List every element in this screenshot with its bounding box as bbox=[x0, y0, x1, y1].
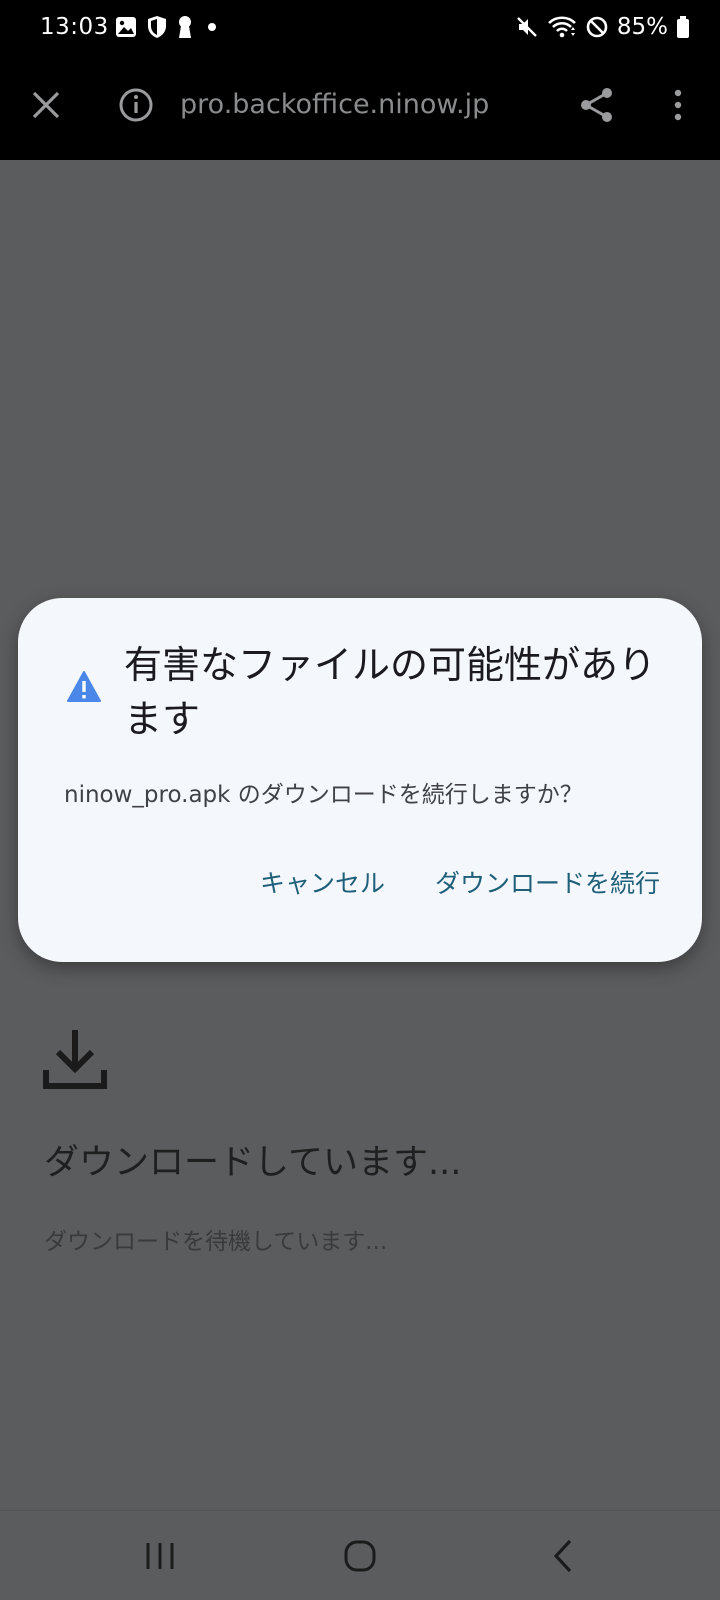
share-icon[interactable] bbox=[576, 84, 618, 126]
download-subtitle: ダウンロードを待機しています... bbox=[44, 1229, 388, 1255]
keyhole-icon bbox=[177, 15, 193, 39]
navigation-bar bbox=[0, 1510, 720, 1600]
shield-icon bbox=[147, 15, 167, 39]
dialog-message: ninow_pro.apk のダウンロードを続行しますか？ bbox=[64, 782, 583, 808]
status-bar: 13:03 85% bbox=[0, 0, 720, 54]
dot-icon bbox=[203, 16, 221, 38]
home-icon[interactable] bbox=[340, 1536, 380, 1576]
back-icon[interactable] bbox=[546, 1537, 580, 1575]
dialog-actions: キャンセル ダウンロードを続行 bbox=[260, 866, 660, 902]
mute-icon bbox=[515, 15, 539, 39]
status-time: 13:03 bbox=[40, 14, 109, 40]
gallery-icon bbox=[115, 16, 137, 38]
battery-icon bbox=[676, 15, 690, 39]
download-title: ダウンロードしています... bbox=[44, 1143, 462, 1183]
download-icon bbox=[42, 1026, 108, 1092]
wifi-icon bbox=[547, 15, 577, 39]
status-icons-left bbox=[115, 14, 221, 40]
more-vert-icon[interactable] bbox=[658, 85, 698, 125]
cancel-button[interactable]: キャンセル bbox=[260, 866, 385, 902]
harmful-file-dialog: 有害なファイルの可能性があります ninow_pro.apk のダウンロードを続… bbox=[18, 598, 702, 962]
screen: 13:03 85% pro.backoffice.ninow.jp ダウンロード… bbox=[0, 0, 720, 1600]
battery-percent: 85% bbox=[616, 14, 668, 40]
blocked-icon bbox=[585, 15, 609, 39]
dialog-title: 有害なファイルの可能性があります bbox=[124, 643, 657, 741]
warning-icon bbox=[66, 670, 102, 704]
url-text[interactable]: pro.backoffice.ninow.jp bbox=[180, 87, 489, 123]
continue-download-button[interactable]: ダウンロードを続行 bbox=[435, 866, 660, 902]
status-icons-right: 85% bbox=[515, 12, 690, 42]
info-icon[interactable] bbox=[116, 85, 156, 125]
recents-icon[interactable] bbox=[140, 1539, 180, 1573]
close-icon[interactable] bbox=[26, 85, 66, 125]
browser-toolbar: pro.backoffice.ninow.jp bbox=[0, 54, 720, 160]
